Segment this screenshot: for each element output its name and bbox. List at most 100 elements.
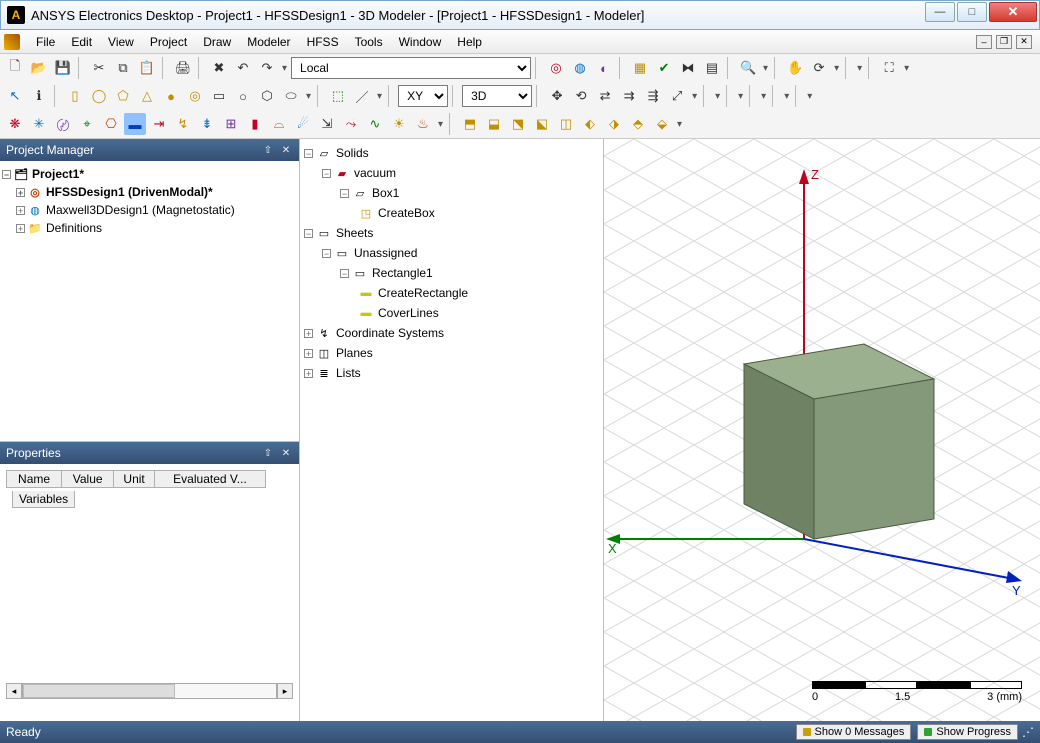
col-value[interactable]: Value	[62, 471, 114, 488]
rectangle1-node[interactable]: Rectangle1	[372, 266, 433, 280]
hfss-design-node[interactable]: HFSSDesign1 (DrivenModal)*	[46, 185, 213, 199]
pin-icon[interactable]: ⇧	[261, 143, 275, 157]
toolbar-overflow-icon[interactable]: ▾	[782, 91, 791, 102]
print-button[interactable]: 🖨	[172, 57, 194, 79]
tree-expand-icon[interactable]: −	[340, 189, 349, 198]
show-progress-button[interactable]: Show Progress	[917, 724, 1018, 740]
menu-project[interactable]: Project	[142, 32, 195, 52]
tree-expand-icon[interactable]: +	[304, 329, 313, 338]
draw-torus-button[interactable]: ◎	[184, 85, 206, 107]
sar-button[interactable]: ∿	[364, 113, 386, 135]
port-lumped-button[interactable]: ↯	[172, 113, 194, 135]
uncover-button[interactable]: ⬙	[651, 113, 673, 135]
mdi-restore-button[interactable]: ❐	[996, 35, 1012, 49]
radiation-button[interactable]: ⌓	[268, 113, 290, 135]
menu-edit[interactable]: Edit	[63, 32, 100, 52]
coord-system-dropdown[interactable]: Local	[291, 57, 531, 79]
draw-cone-button[interactable]: △	[136, 85, 158, 107]
tree-expand-icon[interactable]: +	[16, 206, 25, 215]
split-button[interactable]: ⬕	[531, 113, 553, 135]
planes-node[interactable]: Planes	[336, 346, 373, 360]
draw-box-button[interactable]: ▯	[64, 85, 86, 107]
solids-node[interactable]: Solids	[336, 146, 369, 160]
properties-scrollbar[interactable]: ◂ ▸	[6, 683, 293, 699]
open-button[interactable]: 📂	[28, 57, 50, 79]
excitation-button[interactable]: ⇟	[196, 113, 218, 135]
tree-expand-icon[interactable]: +	[16, 224, 25, 233]
menu-draw[interactable]: Draw	[195, 32, 239, 52]
near-field-button[interactable]: ⇲	[316, 113, 338, 135]
q3d-design-button[interactable]: ◐	[593, 57, 615, 79]
minimize-button[interactable]: —	[925, 2, 955, 22]
heat-button[interactable]: ♨	[412, 113, 434, 135]
delete-button[interactable]: ✖	[208, 57, 230, 79]
help-context-button[interactable]: ℹ	[28, 85, 50, 107]
menu-window[interactable]: Window	[391, 32, 450, 52]
antenna-button[interactable]: ☄	[292, 113, 314, 135]
tree-expand-icon[interactable]: −	[322, 169, 331, 178]
zoom-button[interactable]: 🔍	[737, 57, 759, 79]
model-tree[interactable]: −▱Solids −▰vacuum −▱Box1 ◳CreateBox −▭Sh…	[300, 139, 604, 721]
analyze-button[interactable]: ⧓	[677, 57, 699, 79]
draw-line-button[interactable]: ／	[351, 85, 373, 107]
toolbar-overflow-icon[interactable]: ▾	[832, 63, 841, 74]
copy-button[interactable]: ⧉	[112, 57, 134, 79]
tree-expand-icon[interactable]: −	[304, 149, 313, 158]
tree-expand-icon[interactable]: −	[322, 249, 331, 258]
toolbar-overflow-icon[interactable]: ▾	[713, 91, 722, 102]
scale-button[interactable]: ⤢	[666, 85, 688, 107]
pin-icon[interactable]: ⇧	[261, 446, 275, 460]
createrect-node[interactable]: CreateRectangle	[378, 286, 468, 300]
col-eval[interactable]: Evaluated V...	[154, 471, 265, 488]
toolbar-overflow-icon[interactable]: ▾	[304, 91, 313, 102]
draw-rectangle-button[interactable]: ▭	[208, 85, 230, 107]
project-node[interactable]: Project1*	[32, 167, 84, 181]
duplicate-along-button[interactable]: ⇉	[618, 85, 640, 107]
tree-expand-icon[interactable]: −	[304, 229, 313, 238]
lists-node[interactable]: Lists	[336, 366, 361, 380]
toolbar-overflow-icon[interactable]: ▾	[736, 91, 745, 102]
resize-grip-icon[interactable]: ⋰	[1022, 725, 1034, 739]
paste-button[interactable]: 📋	[136, 57, 158, 79]
fit-button[interactable]: ⛶	[878, 57, 900, 79]
emission-button[interactable]: ☀	[388, 113, 410, 135]
menu-tools[interactable]: Tools	[347, 32, 391, 52]
toolbar-overflow-icon[interactable]: ▾	[761, 63, 770, 74]
duplicate-around-button[interactable]: ⇶	[642, 85, 664, 107]
tree-expand-icon[interactable]: +	[16, 188, 25, 197]
save-button[interactable]: 💾	[52, 57, 74, 79]
3d-viewport[interactable]: Z X Y 0 1.5 3 (mm)	[604, 139, 1040, 721]
maximize-button[interactable]: □	[957, 2, 987, 22]
toolbar-overflow-icon[interactable]: ▾	[280, 63, 289, 74]
menu-view[interactable]: View	[100, 32, 142, 52]
thicken-button[interactable]: ⬗	[603, 113, 625, 135]
maxwell-design-node[interactable]: Maxwell3DDesign1 (Magnetostatic)	[46, 203, 235, 217]
mode3d-dropdown[interactable]: 3D	[462, 85, 532, 107]
cover-button[interactable]: ⬘	[627, 113, 649, 135]
close-panel-icon[interactable]: ✕	[279, 446, 293, 460]
close-button[interactable]: ✕	[989, 2, 1037, 22]
tree-expand-icon[interactable]: +	[304, 369, 313, 378]
vacuum-node[interactable]: vacuum	[354, 166, 396, 180]
intersect-button[interactable]: ⬔	[507, 113, 529, 135]
select-button[interactable]: ↖	[4, 85, 26, 107]
subtract-button[interactable]: ⬓	[483, 113, 505, 135]
mdi-close-button[interactable]: ✕	[1016, 35, 1032, 49]
new-button[interactable]: 🗋	[4, 57, 26, 79]
mdi-minimize-button[interactable]: –	[976, 35, 992, 49]
redo-button[interactable]: ↷	[256, 57, 278, 79]
menu-help[interactable]: Help	[449, 32, 490, 52]
scroll-right-icon[interactable]: ▸	[277, 683, 293, 699]
move-button[interactable]: ✥	[546, 85, 568, 107]
col-name[interactable]: Name	[7, 471, 62, 488]
mesh-ops-button[interactable]: ⊞	[220, 113, 242, 135]
menu-file[interactable]: File	[28, 32, 63, 52]
tree-expand-icon[interactable]: −	[2, 170, 11, 179]
imprint-button[interactable]: ◫	[555, 113, 577, 135]
draw-cylinder-button[interactable]: ◯	[88, 85, 110, 107]
draw-circle-button[interactable]: ○	[232, 85, 254, 107]
boundary-radiation-button[interactable]: ✳	[28, 113, 50, 135]
rotate-tool-button[interactable]: ⟲	[570, 85, 592, 107]
far-field-button[interactable]: ⤳	[340, 113, 362, 135]
scroll-left-icon[interactable]: ◂	[6, 683, 22, 699]
